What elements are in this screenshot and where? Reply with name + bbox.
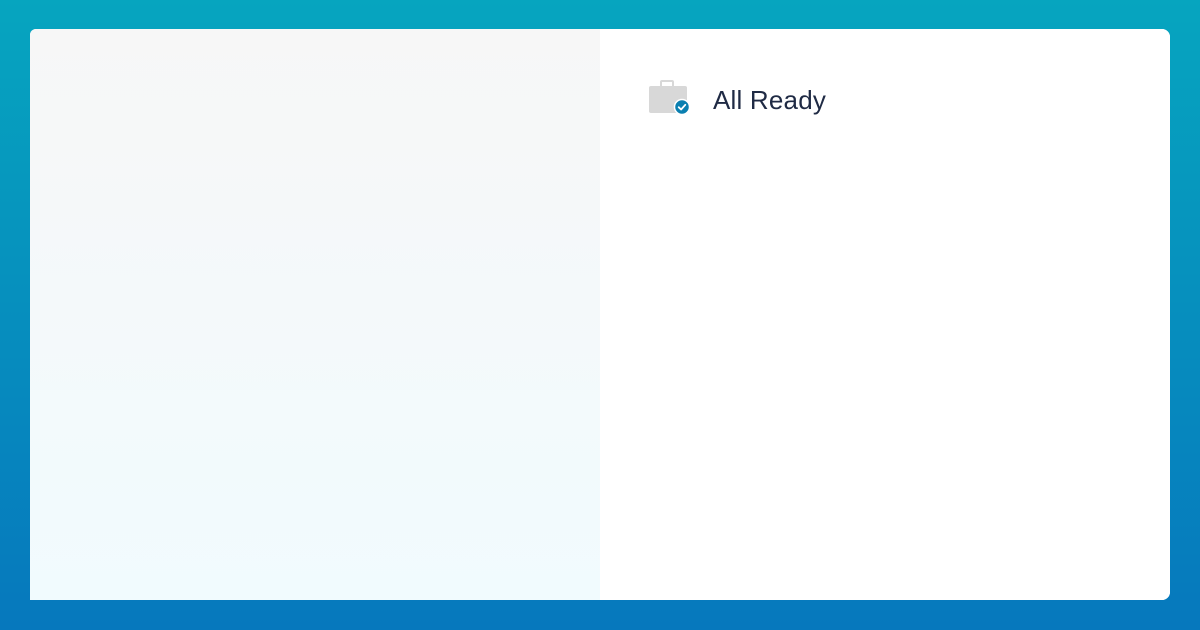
status-row: All Ready <box>648 80 826 116</box>
details-panel: All Ready <box>600 29 1170 600</box>
briefcase-check-icon <box>648 80 691 116</box>
preview-panel <box>30 29 600 600</box>
status-label: All Ready <box>713 85 827 115</box>
main-card: All Ready <box>30 29 1170 600</box>
